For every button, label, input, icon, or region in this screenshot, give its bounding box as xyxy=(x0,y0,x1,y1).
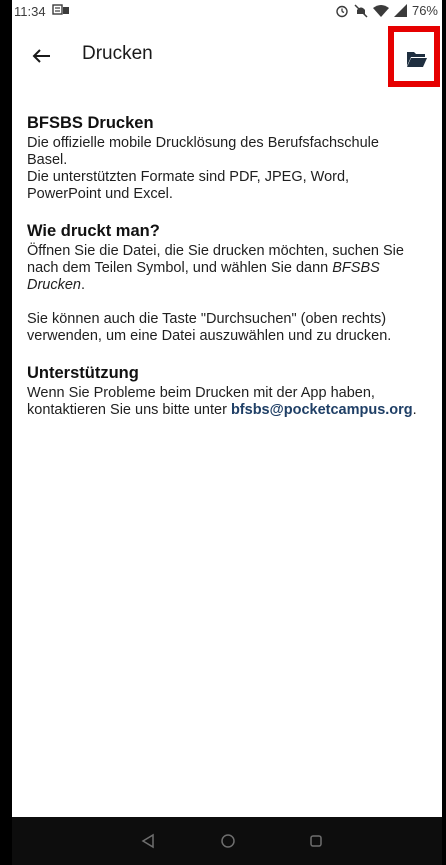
back-button[interactable] xyxy=(28,42,56,70)
notification-icon xyxy=(52,4,69,15)
intro-section: BFSBS Drucken Die offizielle mobile Druc… xyxy=(27,115,422,203)
page-title: Drucken xyxy=(82,43,153,64)
alarm-icon xyxy=(336,5,348,17)
intro-heading: BFSBS Drucken xyxy=(27,114,154,132)
screen: 11:34 76% Drucken BFSBS Drucken Die offi… xyxy=(0,0,446,865)
main-content: BFSBS Drucken Die offizielle mobile Druc… xyxy=(27,115,422,439)
battery-level: 76% xyxy=(411,3,438,18)
arrow-left-icon xyxy=(32,49,50,63)
intro-line-2: Die unterstützten Formate sind PDF, JPEG… xyxy=(27,169,350,202)
mute-icon xyxy=(354,3,368,18)
app-bar: Drucken xyxy=(12,26,442,86)
nav-back-button[interactable] xyxy=(134,827,162,855)
wifi-icon xyxy=(372,5,389,17)
how-to-paragraph-2: Sie können auch die Taste "Durchsuchen" … xyxy=(27,311,392,344)
left-border xyxy=(0,0,12,865)
system-nav-bar xyxy=(12,817,442,865)
support-period: . xyxy=(412,402,417,418)
status-time: 11:34 xyxy=(14,4,46,19)
nav-home-button[interactable] xyxy=(214,827,242,855)
right-border xyxy=(442,0,446,865)
support-email-link[interactable]: bfsbs@pocketcampus.org xyxy=(231,402,413,418)
how-to-section: Wie druckt man? Öffnen Sie die Datei, di… xyxy=(27,223,422,345)
how-to-period: . xyxy=(81,277,86,293)
support-section: Unterstützung Wenn Sie Probleme beim Dru… xyxy=(27,365,422,419)
support-paragraph: Wenn Sie Probleme beim Drucken mit der A… xyxy=(27,385,422,419)
support-heading: Unterstützung xyxy=(27,364,139,382)
how-to-paragraph-1: Öffnen Sie die Datei, die Sie drucken mö… xyxy=(27,243,422,294)
status-bar: 11:34 76% xyxy=(12,0,442,24)
square-recents-icon xyxy=(310,835,322,847)
status-icons: 76% xyxy=(335,3,438,18)
how-to-heading: Wie druckt man? xyxy=(27,222,160,240)
intro-line-1: Die offizielle mobile Drucklösung des Be… xyxy=(27,135,379,168)
circle-home-icon xyxy=(221,834,235,848)
signal-icon xyxy=(393,4,407,17)
triangle-back-icon xyxy=(141,833,154,849)
nav-recents-button[interactable] xyxy=(302,827,330,855)
highlight-box xyxy=(388,26,440,87)
